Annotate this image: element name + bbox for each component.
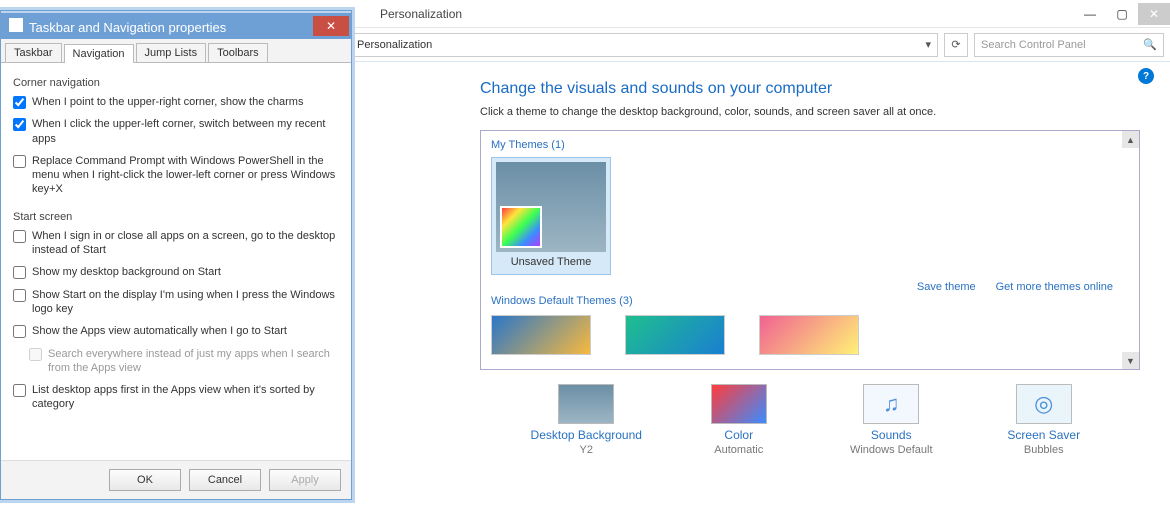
theme-tile-unsaved[interactable]: Unsaved Theme <box>491 157 611 275</box>
checkbox[interactable] <box>13 266 26 279</box>
content: ? Change the visuals and sounds on your … <box>420 62 1170 506</box>
dialog-buttons: OK Cancel Apply <box>1 460 351 499</box>
opt-desktop-bg-start[interactable]: Show my desktop background on Start <box>13 265 339 279</box>
tab-navigation[interactable]: Navigation <box>64 44 134 63</box>
maximize-button[interactable]: ▢ <box>1106 3 1138 25</box>
tab-taskbar[interactable]: Taskbar <box>5 43 62 62</box>
dialog-close-button[interactable]: ✕ <box>313 16 349 36</box>
opt-switch-apps[interactable]: When I click the upper-left corner, swit… <box>13 117 339 146</box>
opt-powershell[interactable]: Replace Command Prompt with Windows Powe… <box>13 154 339 197</box>
page-heading: Change the visuals and sounds on your co… <box>480 80 1150 98</box>
theme-tile[interactable] <box>625 315 725 355</box>
settings-row: Desktop Background Y2 Color Automatic ♫ … <box>480 384 1150 456</box>
save-theme-link[interactable]: Save theme <box>917 281 976 293</box>
tab-toolbars[interactable]: Toolbars <box>208 43 268 62</box>
opt-show-charms[interactable]: When I point to the upper-right corner, … <box>13 95 339 109</box>
close-button[interactable]: ✕ <box>1138 3 1170 25</box>
corner-navigation-label: Corner navigation <box>13 77 339 89</box>
checkbox[interactable] <box>13 155 26 168</box>
color-setting[interactable]: Color Automatic <box>669 384 809 456</box>
color-swatch-icon <box>500 206 542 248</box>
checkbox[interactable] <box>13 325 26 338</box>
theme-links: Save theme Get more themes online <box>917 281 1113 293</box>
sounds-setting[interactable]: ♫ Sounds Windows Default <box>821 384 961 456</box>
checkbox[interactable] <box>13 118 26 131</box>
breadcrumb-dropdown-icon[interactable]: ▾ <box>925 38 931 51</box>
default-themes-row <box>491 315 1139 355</box>
search-input[interactable]: Search Control Panel 🔍 <box>974 33 1164 57</box>
dialog-icon <box>9 18 23 32</box>
page-subtext: Click a theme to change the desktop back… <box>480 106 1150 118</box>
desktop-background-setting[interactable]: Desktop Background Y2 <box>516 384 656 456</box>
opt-go-desktop[interactable]: When I sign in or close all apps on a sc… <box>13 229 339 258</box>
setting-label: Desktop Background <box>516 428 656 442</box>
taskbar-navigation-dialog: Taskbar and Navigation properties ✕ Task… <box>0 10 352 500</box>
setting-value: Bubbles <box>974 444 1114 456</box>
tab-jump-lists[interactable]: Jump Lists <box>136 43 207 62</box>
cancel-button[interactable]: Cancel <box>189 469 261 491</box>
setting-label: Screen Saver <box>974 428 1114 442</box>
opt-desktop-apps-first[interactable]: List desktop apps first in the Apps view… <box>13 383 339 412</box>
screen-saver-icon: ◎ <box>1016 384 1072 424</box>
breadcrumb-item[interactable]: Personalization <box>357 39 432 51</box>
theme-preview <box>496 162 606 252</box>
checkbox <box>29 348 42 361</box>
get-more-themes-link[interactable]: Get more themes online <box>996 281 1113 293</box>
theme-caption: Unsaved Theme <box>496 252 606 270</box>
checkbox[interactable] <box>13 230 26 243</box>
setting-value: Windows Default <box>821 444 961 456</box>
search-icon: 🔍 <box>1143 38 1157 51</box>
dialog-body: Corner navigation When I point to the up… <box>1 63 351 430</box>
window-title: Personalization <box>380 7 462 21</box>
screen-saver-setting[interactable]: ◎ Screen Saver Bubbles <box>974 384 1114 456</box>
setting-value: Y2 <box>516 444 656 456</box>
my-themes-label: My Themes (1) <box>491 139 1139 151</box>
color-icon <box>711 384 767 424</box>
setting-label: Sounds <box>821 428 961 442</box>
search-placeholder: Search Control Panel <box>981 39 1086 51</box>
minimize-button[interactable]: — <box>1074 3 1106 25</box>
checkbox[interactable] <box>13 289 26 302</box>
ok-button[interactable]: OK <box>109 469 181 491</box>
opt-apps-view[interactable]: Show the Apps view automatically when I … <box>13 324 339 338</box>
theme-tile[interactable] <box>491 315 591 355</box>
help-icon[interactable]: ? <box>1138 68 1154 84</box>
dialog-tabs: Taskbar Navigation Jump Lists Toolbars <box>1 39 351 63</box>
theme-tile[interactable] <box>759 315 859 355</box>
start-screen-label: Start screen <box>13 211 339 223</box>
sounds-icon: ♫ <box>863 384 919 424</box>
checkbox[interactable] <box>13 384 26 397</box>
window-controls: — ▢ ✕ <box>1074 3 1170 25</box>
dialog-title: Taskbar and Navigation properties <box>29 20 226 35</box>
apply-button[interactable]: Apply <box>269 469 341 491</box>
checkbox[interactable] <box>13 96 26 109</box>
refresh-button[interactable]: ⟳ <box>944 33 968 57</box>
default-themes-label: Windows Default Themes (3) <box>491 295 1139 307</box>
opt-search-everywhere: Search everywhere instead of just my app… <box>29 347 339 376</box>
setting-label: Color <box>669 428 809 442</box>
opt-start-display[interactable]: Show Start on the display I'm using when… <box>13 288 339 317</box>
setting-value: Automatic <box>669 444 809 456</box>
dialog-titlebar: Taskbar and Navigation properties ✕ <box>1 11 351 39</box>
themes-panel: ▲ My Themes (1) Unsaved Theme Save theme… <box>480 130 1140 370</box>
desktop-background-icon <box>558 384 614 424</box>
scroll-up-button[interactable]: ▲ <box>1122 131 1139 148</box>
scroll-down-button[interactable]: ▼ <box>1122 352 1139 369</box>
